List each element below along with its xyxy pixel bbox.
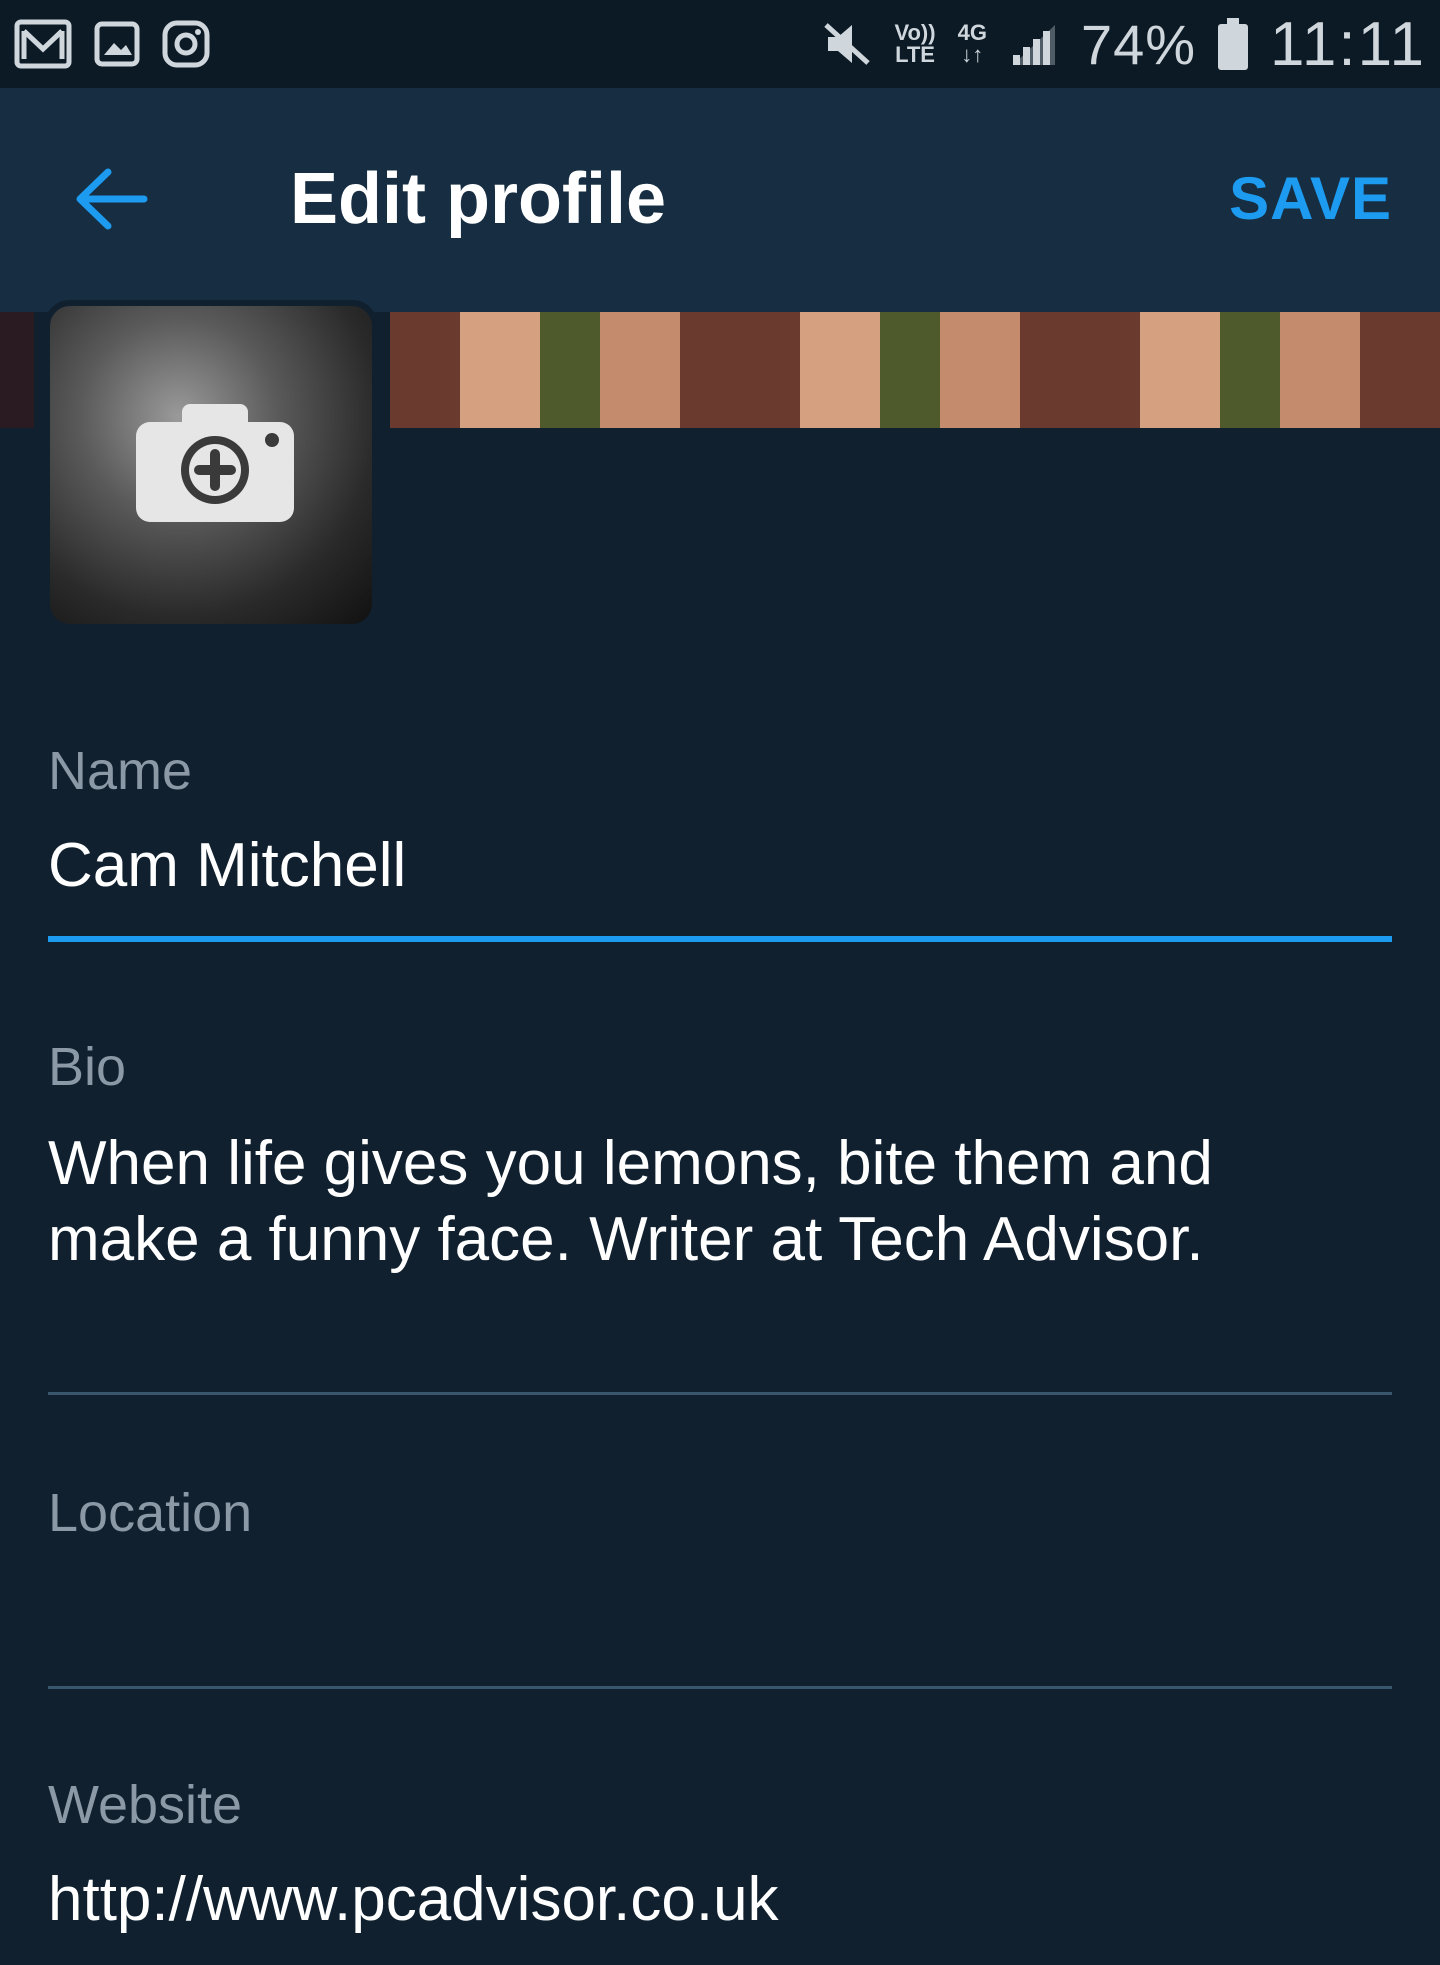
instagram-icon: [162, 20, 210, 68]
location-input[interactable]: [48, 1570, 1392, 1646]
gallery-icon: [94, 21, 140, 67]
arrow-left-icon: [76, 168, 148, 230]
website-input[interactable]: http://www.pcadvisor.co.uk: [48, 1862, 1392, 1938]
volte-bottom-text: LTE: [895, 42, 935, 67]
status-right: Vo)) LTE 4G ↓↑ 74% 11:11: [822, 9, 1426, 80]
website-field[interactable]: Website http://www.pcadvisor.co.uk: [48, 1774, 1392, 1964]
gmail-icon: [14, 19, 72, 69]
website-label: Website: [48, 1775, 243, 1835]
clock: 11:11: [1270, 9, 1426, 79]
name-field[interactable]: Name Cam Mitchell: [48, 740, 1392, 946]
bio-label: Bio: [48, 1037, 127, 1097]
network-type-text: 4G: [957, 20, 987, 45]
camera-plus-icon: [136, 404, 294, 522]
location-underline: [48, 1686, 1392, 1689]
bio-field[interactable]: Bio When life gives you lemons, bite the…: [48, 1036, 1392, 1398]
status-bar: Vo)) LTE 4G ↓↑ 74% 11:11: [0, 0, 1440, 88]
data-arrows-icon: ↓↑: [961, 42, 984, 67]
back-button[interactable]: [72, 166, 148, 232]
location-label: Location: [48, 1483, 253, 1543]
location-field[interactable]: Location: [48, 1482, 1392, 1692]
save-button[interactable]: SAVE: [1229, 164, 1392, 233]
header-edge: [0, 312, 34, 428]
app-toolbar: Edit profile SAVE: [0, 88, 1440, 312]
name-underline: [48, 936, 1392, 942]
avatar[interactable]: [44, 300, 378, 630]
volte-indicator: Vo)) LTE: [894, 22, 935, 66]
signal-icon: [1009, 21, 1059, 67]
bio-input[interactable]: When life gives you lemons, bite them an…: [48, 1126, 1392, 1278]
name-input[interactable]: Cam Mitchell: [48, 828, 1392, 904]
status-left: [14, 19, 210, 69]
bio-line-1: When life gives you lemons, bite them an…: [48, 1129, 1213, 1198]
volte-top-text: Vo)): [894, 20, 936, 45]
network-indicator: 4G ↓↑: [958, 22, 987, 66]
page-title: Edit profile: [290, 159, 666, 239]
bio-line-2: make a funny face. Writer at Tech Adviso…: [48, 1205, 1204, 1274]
mute-icon: [822, 19, 872, 69]
battery-icon: [1218, 18, 1249, 70]
bio-underline: [48, 1392, 1392, 1395]
battery-percent: 74%: [1080, 12, 1197, 76]
name-label: Name: [48, 741, 193, 801]
